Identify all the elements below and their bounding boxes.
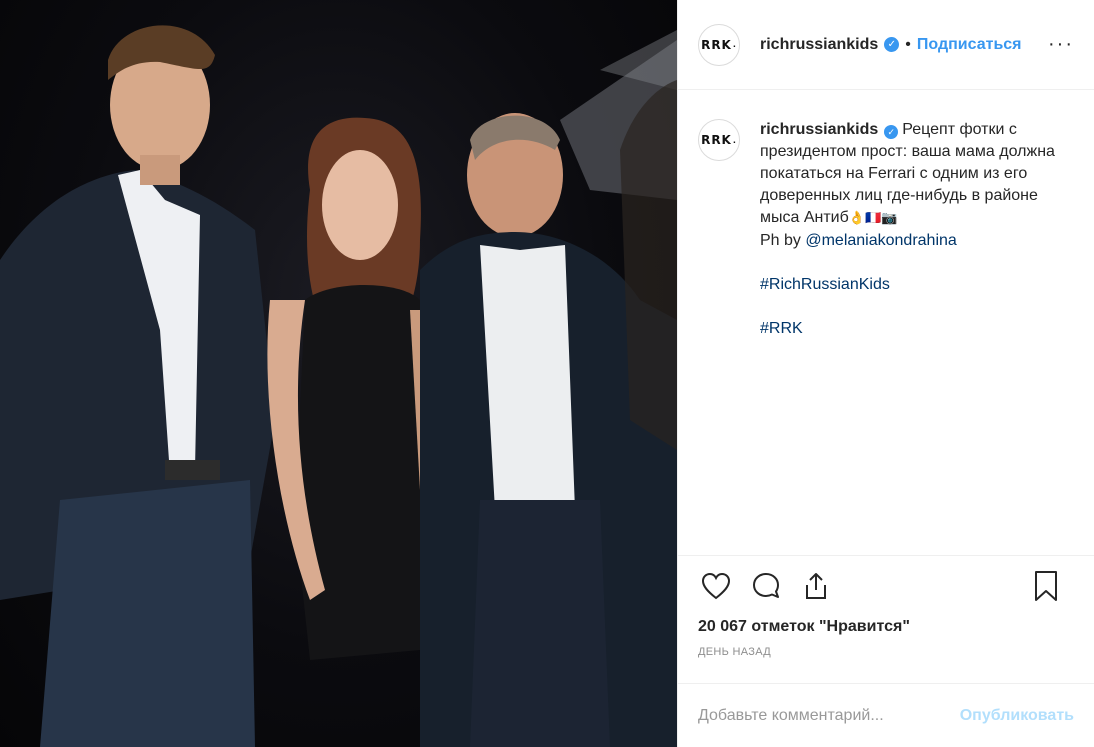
avatar-text: RRK [701, 37, 732, 52]
follow-button[interactable]: Подписаться [917, 36, 1022, 54]
hashtag-link-rrk[interactable]: #RRK [760, 320, 803, 337]
caption-username[interactable]: richrussiankids [760, 121, 878, 138]
likes-count[interactable]: 20 067 отметок "Нравится" [678, 618, 1094, 636]
bookmark-icon[interactable] [1028, 568, 1064, 604]
caption-avatar-text: RRK [701, 133, 732, 147]
avatar-dot: . [732, 40, 737, 49]
author-info: richrussiankids ✓ • Подписаться [760, 36, 1022, 54]
caption-emojis: 👌🇫🇷📷 [848, 211, 898, 226]
post-side-panel: RRK. richrussiankids ✓ • Подписаться ···… [677, 0, 1094, 747]
verified-badge-icon: ✓ [884, 37, 900, 52]
hashtag-link-richrussiankids[interactable]: #RichRussianKids [760, 276, 890, 293]
photo-credit-link[interactable]: @melaniakondrahina [805, 232, 956, 249]
caption-verified-badge-icon: ✓ [884, 125, 899, 139]
photo-credit-prefix: Ph by [760, 232, 806, 249]
more-options-icon[interactable]: ··· [1048, 34, 1074, 54]
caption-text: richrussiankids ✓ Рецепт фотки с президент… [760, 119, 1060, 555]
post-photo[interactable] [0, 0, 677, 747]
caption-section: RRK. richrussiankids ✓ Рецепт фотки с през… [678, 90, 1094, 556]
author-avatar[interactable]: RRK. [698, 23, 740, 66]
action-bar [678, 556, 1094, 616]
heart-icon[interactable] [698, 568, 734, 604]
photo-illustration [0, 25, 677, 747]
comment-icon[interactable] [748, 568, 784, 604]
share-icon[interactable] [798, 568, 834, 604]
header-separator: • [905, 35, 911, 53]
publish-button[interactable]: Опубликовать [960, 707, 1074, 725]
caption-avatar-dot: . [732, 135, 737, 145]
comment-input[interactable] [698, 706, 960, 725]
post-timestamp[interactable]: ДЕНЬ НАЗАД [678, 646, 1094, 658]
comment-bar: Опубликовать [678, 683, 1094, 747]
author-username[interactable]: richrussiankids [760, 36, 878, 54]
post-header: RRK. richrussiankids ✓ • Подписаться ··· [678, 0, 1094, 90]
caption-avatar[interactable]: RRK. [698, 119, 740, 161]
